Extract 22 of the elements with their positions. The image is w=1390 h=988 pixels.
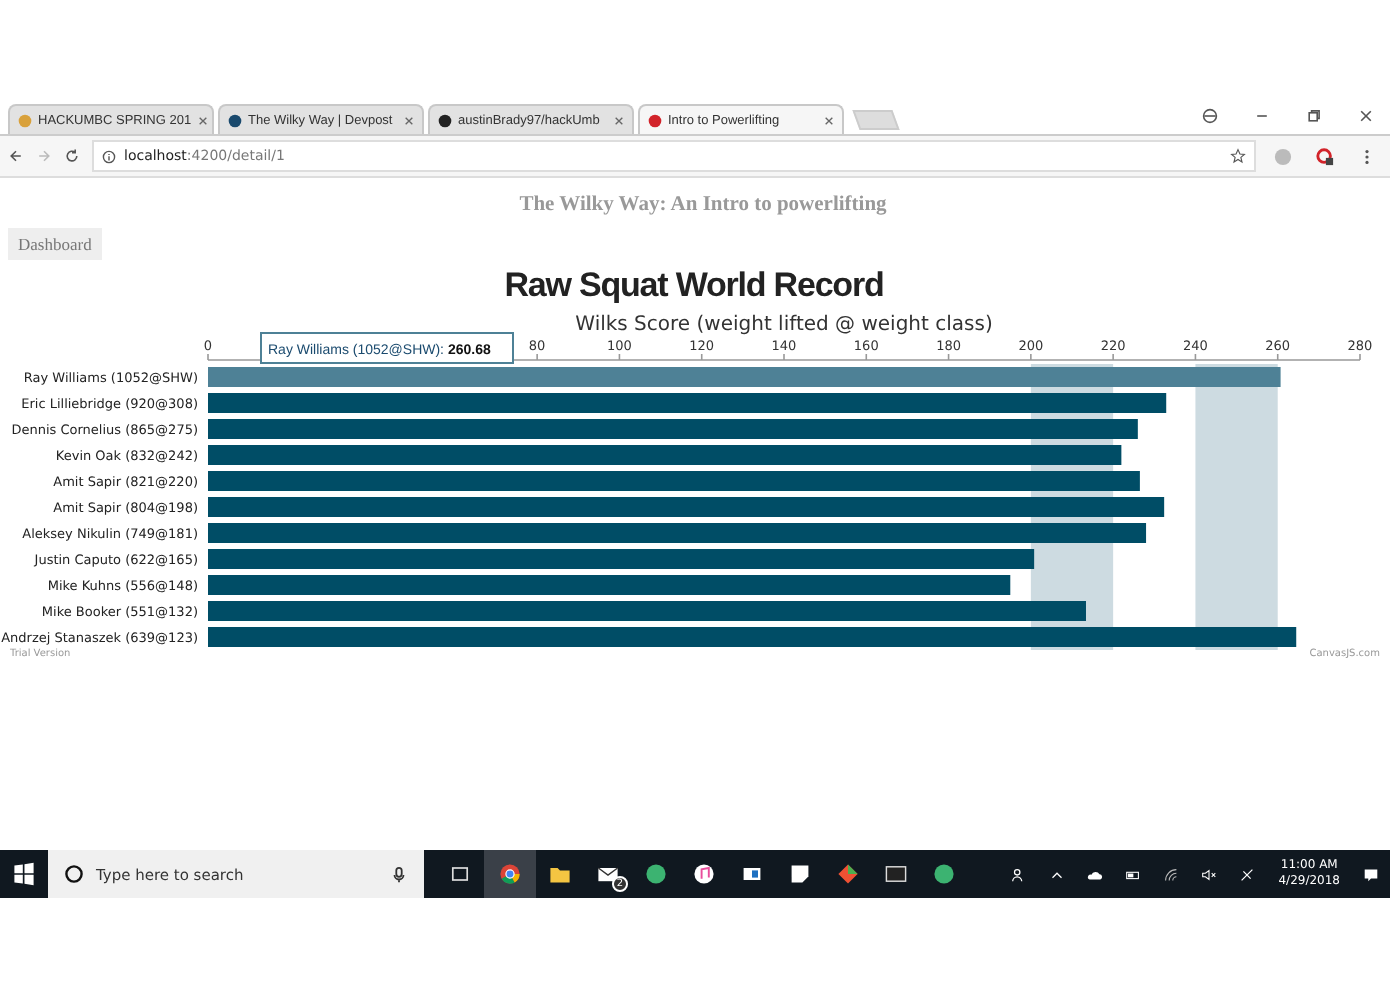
favicon-icon <box>648 113 662 127</box>
axis-title: Wilks Score (weight lifted @ weight class) <box>575 314 993 336</box>
close-icon[interactable] <box>614 115 624 125</box>
chart-title: Raw Squat World Record <box>504 266 884 304</box>
reload-icon[interactable] <box>64 148 80 164</box>
info-icon[interactable] <box>102 149 116 163</box>
search-icon <box>64 864 84 884</box>
microphone-icon[interactable] <box>390 865 408 883</box>
back-icon[interactable] <box>8 148 24 164</box>
close-icon[interactable] <box>404 115 414 125</box>
dashboard-button[interactable]: Dashboard <box>8 228 102 260</box>
close-icon[interactable] <box>197 115 208 125</box>
chrome-icon[interactable] <box>484 850 536 898</box>
extension-icon[interactable] <box>1316 147 1334 165</box>
page-heading: The Wilky Way: An Intro to powerlifting <box>517 194 889 216</box>
restore-icon[interactable] <box>1306 108 1322 124</box>
favicon-icon <box>228 113 242 127</box>
favicon-icon <box>18 113 32 127</box>
favicon-icon <box>438 113 452 127</box>
close-icon[interactable] <box>824 115 834 125</box>
star-icon[interactable] <box>1230 148 1246 164</box>
close-icon[interactable] <box>1358 108 1374 124</box>
